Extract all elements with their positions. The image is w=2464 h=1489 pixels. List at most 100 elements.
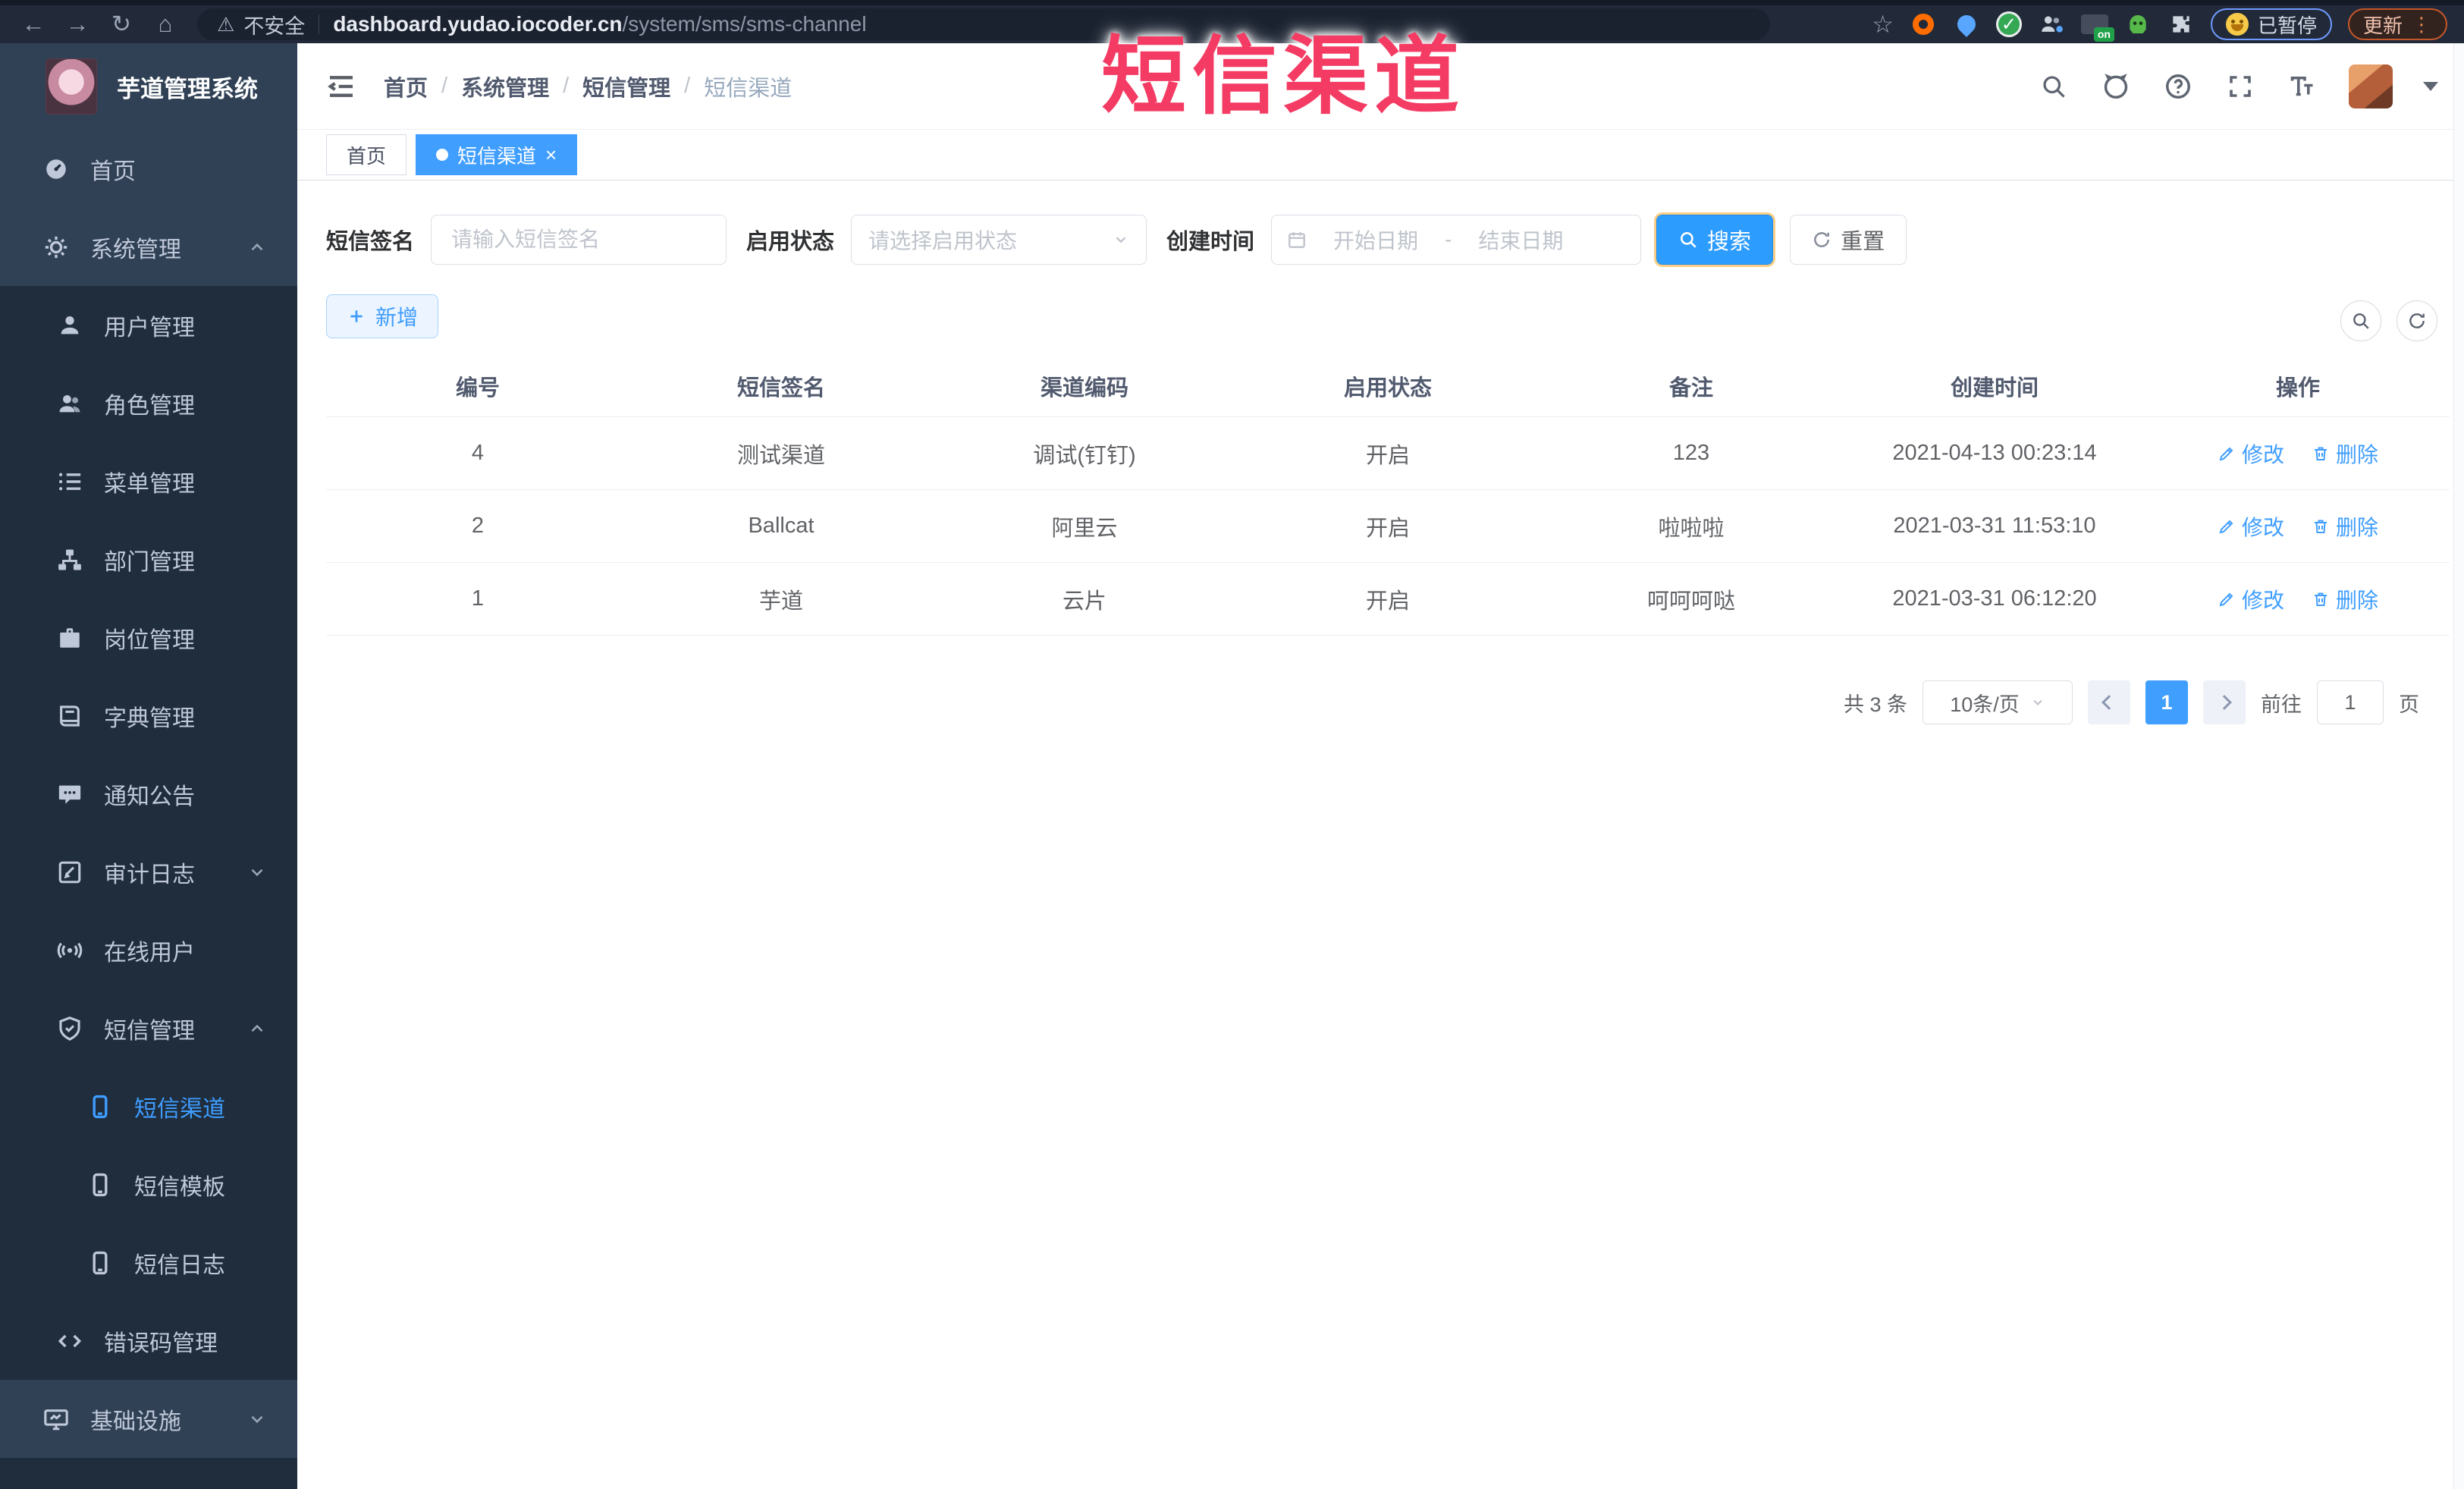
users-icon — [56, 390, 83, 417]
extensions-puzzle-icon[interactable] — [2167, 11, 2195, 38]
browser-update-menu[interactable]: 更新 ⋮ — [2347, 8, 2447, 40]
edit-link[interactable]: 修改 — [2218, 584, 2284, 614]
help-icon[interactable] — [2162, 71, 2194, 102]
github-icon[interactable] — [2100, 71, 2132, 102]
kebab-menu-icon[interactable]: ⋮ — [2412, 13, 2432, 36]
breadcrumb-home[interactable]: 首页 — [384, 71, 428, 102]
col-header-sign: 短信签名 — [736, 375, 825, 401]
app-logo-row[interactable]: 芋道管理系统 — [0, 43, 297, 130]
sidebar-item-system[interactable]: 系统管理 — [0, 208, 297, 286]
edit-link[interactable]: 修改 — [2218, 511, 2284, 542]
paused-profile-chip[interactable]: 已暂停 — [2210, 8, 2332, 40]
cell-sign: 芋道 — [758, 589, 803, 614]
sidebar-item-sms-channel[interactable]: 短信渠道 — [0, 1067, 297, 1145]
extension-orange-icon[interactable] — [1910, 11, 1937, 38]
refresh-table-button[interactable] — [2397, 300, 2437, 341]
table-row: 2 Ballcat 阿里云 开启 啦啦啦 2021-03-31 11:53:10… — [326, 490, 2450, 563]
extension-pin-icon[interactable] — [1953, 11, 1980, 38]
sign-input[interactable] — [431, 215, 727, 265]
close-icon[interactable]: × — [545, 145, 557, 165]
sidebar-item-sms-log[interactable]: 短信日志 — [0, 1224, 297, 1302]
search-form: 短信签名 启用状态 请选择启用状态 创建时间 开始日期 - 结束日期 搜索 重置 — [326, 214, 1907, 265]
page-size-select[interactable]: 10条/页 — [1923, 680, 2073, 724]
delete-link[interactable]: 删除 — [2312, 584, 2378, 614]
sidebar-item-announcements[interactable]: 通知公告 — [0, 755, 297, 833]
breadcrumb-system[interactable]: 系统管理 — [461, 71, 549, 102]
calendar-icon — [1288, 232, 1305, 248]
edit-link[interactable]: 修改 — [2218, 438, 2284, 469]
status-label: 启用状态 — [746, 230, 835, 254]
browser-reload-icon[interactable]: ↻ — [105, 8, 138, 41]
browser-home-icon[interactable]: ⌂ — [149, 8, 182, 41]
sidebar-item-dictionary[interactable]: 字典管理 — [0, 677, 297, 755]
prev-page-button[interactable] — [2088, 680, 2130, 724]
sidebar-item-roles[interactable]: 角色管理 — [0, 364, 297, 442]
next-page-button[interactable] — [2203, 680, 2246, 724]
phone-icon — [86, 1249, 114, 1277]
delete-link[interactable]: 删除 — [2312, 438, 2378, 469]
fullscreen-icon[interactable] — [2224, 71, 2256, 102]
sidebar-item-menus[interactable]: 菜单管理 — [0, 442, 297, 520]
breadcrumb-current: 短信渠道 — [704, 76, 793, 101]
reset-button[interactable]: 重置 — [1790, 215, 1907, 265]
app-logo — [46, 58, 97, 115]
cell-code: 云片 — [1062, 589, 1106, 614]
add-button[interactable]: 新增 — [326, 294, 439, 338]
tab-sms-channel[interactable]: 短信渠道 × — [416, 134, 578, 175]
refresh-icon — [2409, 313, 2425, 328]
col-header-actions: 操作 — [2275, 375, 2320, 401]
address-bar[interactable]: ⚠ 不安全 dashboard.yudao.iocoder.cn /system… — [197, 8, 1770, 40]
extension-alien-icon[interactable] — [2124, 11, 2152, 38]
sidebar-item-online-users[interactable]: 在线用户 — [0, 911, 297, 989]
breadcrumb-sms[interactable]: 短信管理 — [582, 71, 670, 102]
cell-created: 2021-03-31 11:53:10 — [1893, 514, 2096, 538]
browser-forward-icon[interactable]: → — [61, 8, 94, 41]
tab-home[interactable]: 首页 — [326, 134, 407, 175]
sidebar-item-sms-template[interactable]: 短信模板 — [0, 1145, 297, 1224]
dashboard-icon — [42, 155, 70, 183]
browser-back-icon[interactable]: ← — [17, 8, 50, 41]
sidebar-item-users[interactable]: 用户管理 — [0, 286, 297, 364]
sidebar-item-error-codes[interactable]: 错误码管理 — [0, 1302, 297, 1380]
date-range-picker[interactable]: 开始日期 - 结束日期 — [1271, 215, 1642, 265]
user-avatar[interactable] — [2349, 64, 2393, 108]
extension-check-icon[interactable]: ✓ — [1995, 11, 2022, 37]
url-host: dashboard.yudao.iocoder.cn — [333, 12, 623, 36]
sidebar-item-infrastructure[interactable]: 基础设施 — [0, 1380, 297, 1458]
extension-keyboard-icon[interactable]: on — [2080, 11, 2114, 42]
sidebar-item-audit-log[interactable]: 审计日志 — [0, 833, 297, 911]
delete-link[interactable]: 删除 — [2312, 511, 2378, 542]
cell-id: 1 — [471, 586, 485, 611]
header-search-icon[interactable] — [2038, 71, 2070, 102]
delete-icon — [2315, 520, 2327, 533]
search-button[interactable]: 搜索 — [1656, 215, 1774, 265]
font-size-icon[interactable] — [2287, 71, 2318, 102]
date-separator: - — [1445, 228, 1452, 251]
col-header-created: 创建时间 — [1950, 375, 2039, 401]
sms-channel-table: 编号 短信签名 渠道编码 启用状态 备注 创建时间 操作 4 测试渠道 调试(钉… — [326, 355, 2450, 636]
sidebar-item-home[interactable]: 首页 — [0, 130, 297, 208]
total-count: 共 3 条 — [1843, 693, 1907, 716]
avatar-caret-icon[interactable] — [2423, 81, 2438, 91]
page-unit-label: 页 — [2399, 693, 2419, 716]
cell-status: 开启 — [1365, 516, 1410, 541]
cell-remark: 呵呵呵哒 — [1646, 589, 1735, 614]
sidebar-item-departments[interactable]: 部门管理 — [0, 520, 297, 598]
table-row: 4 测试渠道 调试(钉钉) 开启 123 2021-04-13 00:23:14… — [326, 417, 2450, 490]
sidebar-item-sms[interactable]: 短信管理 — [0, 989, 297, 1067]
sidebar-collapse-icon[interactable] — [325, 70, 358, 103]
security-label[interactable]: 不安全 — [243, 10, 305, 39]
bookmark-star-icon[interactable]: ☆ — [1872, 10, 1894, 39]
pagination: 共 3 条 10条/页 1 前往 页 — [1844, 680, 2419, 725]
date-end-placeholder: 结束日期 — [1478, 229, 1564, 253]
extension-people-icon[interactable] — [2038, 11, 2065, 38]
page-scrollbar[interactable] — [2453, 43, 2464, 1489]
monitor-icon — [42, 1406, 70, 1433]
toggle-search-button[interactable] — [2340, 300, 2381, 341]
status-select[interactable]: 请选择启用状态 — [851, 215, 1147, 265]
code-icon — [56, 1327, 83, 1355]
sidebar-item-posts[interactable]: 岗位管理 — [0, 598, 297, 677]
active-tab-dot — [436, 149, 449, 161]
current-page[interactable]: 1 — [2145, 680, 2188, 724]
goto-page-input[interactable] — [2317, 680, 2384, 724]
